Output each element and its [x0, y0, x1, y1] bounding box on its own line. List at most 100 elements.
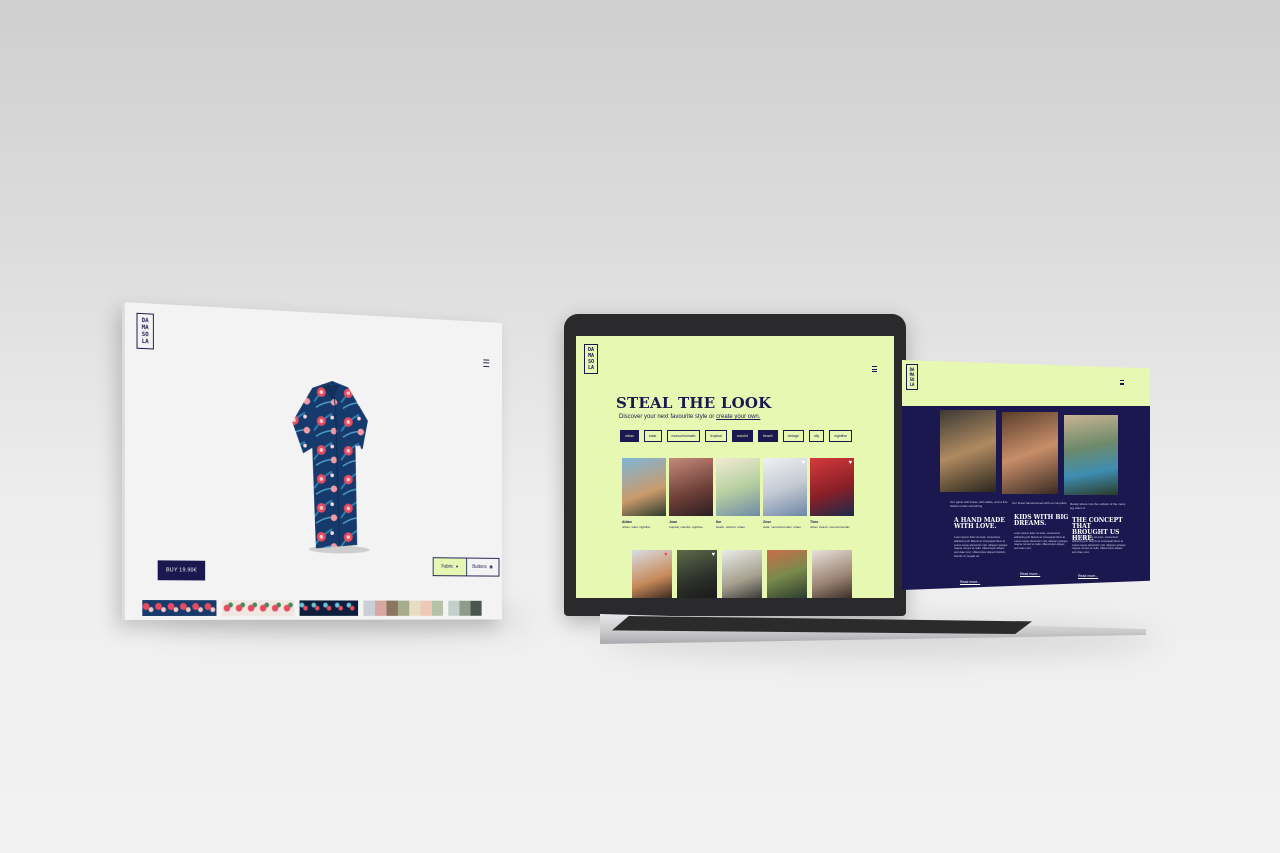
fabric-swatch[interactable]: [222, 600, 235, 616]
heart-icon[interactable]: ♥: [848, 460, 852, 466]
tag-city[interactable]: city: [808, 430, 825, 442]
look-card[interactable]: ♥ Timo urban, beach, monochromatic: [810, 458, 854, 529]
menu-icon[interactable]: [872, 366, 877, 372]
read-more-link[interactable]: Read more...: [1020, 572, 1040, 576]
fabric-swatch[interactable]: [142, 600, 155, 616]
tag-colorful[interactable]: colorful: [731, 430, 754, 442]
fabric-swatch[interactable]: [270, 600, 283, 616]
fabric-swatch[interactable]: [234, 600, 247, 616]
logo-text: DA: [141, 316, 149, 324]
brand-logo[interactable]: DA MA SO LA: [584, 344, 598, 374]
fabric-swatch[interactable]: [374, 600, 387, 616]
fabric-swatch[interactable]: [431, 600, 444, 616]
look-photo[interactable]: [812, 550, 852, 598]
tag-solar[interactable]: solar: [643, 430, 662, 442]
tag-nightlive[interactable]: nightlive: [829, 430, 853, 442]
product-configurator-screen: DA MA SO LA BUY 19.90€ Fabric ♦ Buttons …: [122, 302, 502, 620]
look-grid: Aldan urban, solar, nightlive ♥ Juan tro…: [622, 458, 854, 529]
look-photo[interactable]: ♥: [632, 550, 672, 598]
swatch-group-floral-dark: [299, 600, 359, 616]
brand-logo[interactable]: DA MA SO LA: [136, 312, 154, 350]
photo-caption: Our finest hand-loomed with so complete: [1012, 501, 1067, 505]
logo-text: LA: [909, 381, 915, 387]
look-name: Zose: [763, 520, 772, 524]
fabric-swatch[interactable]: [299, 600, 312, 616]
fabric-swatch-strip: [142, 600, 502, 616]
tag-vintage[interactable]: vintage: [782, 430, 804, 442]
logo-text: MA: [909, 371, 915, 377]
fabric-swatch[interactable]: [334, 600, 347, 616]
page-subtitle: Discover your next favourite style or cr…: [619, 414, 760, 420]
read-more-link[interactable]: Read more...: [1078, 574, 1098, 578]
create-your-own-link[interactable]: create your own.: [716, 414, 760, 420]
look-photo: ♥: [669, 458, 713, 516]
diamond-icon: ♦: [455, 564, 459, 570]
fabric-swatch[interactable]: [167, 600, 180, 616]
fabric-swatch[interactable]: [282, 600, 295, 616]
brand-logo[interactable]: DA MA SO LA: [906, 364, 918, 390]
fabric-buttons-toggle[interactable]: Fabric ♦ Buttons ◉: [432, 557, 500, 577]
fabric-tab[interactable]: Fabric ♦: [433, 558, 467, 576]
look-photo: ♥: [810, 458, 854, 516]
section-body: Lorem ipsum dolor sit amet, consectetur …: [1014, 532, 1068, 551]
buttons-tab[interactable]: Buttons ◉: [467, 559, 499, 576]
look-name: Iko: [716, 520, 722, 524]
photo-caption: Rarely where into the outlook of the man…: [1070, 502, 1126, 510]
fabric-swatch[interactable]: [258, 600, 271, 616]
fabric-swatch[interactable]: [459, 600, 471, 616]
fabric-swatch[interactable]: [154, 600, 168, 616]
fabric-swatch[interactable]: [179, 600, 192, 616]
fabric-swatch[interactable]: [191, 600, 205, 616]
logo-text: SO: [141, 330, 149, 338]
look-photo[interactable]: ♥: [677, 550, 717, 598]
shirt-3d-preview[interactable]: [285, 379, 375, 555]
swatch-group-solid: [363, 600, 444, 616]
heart-icon[interactable]: ♥: [707, 460, 711, 466]
look-name: Juan: [669, 520, 678, 524]
fabric-swatch[interactable]: [346, 600, 359, 616]
swatch-group-solid-2: [448, 600, 482, 616]
look-tags: solar, monochromatic, urban: [763, 525, 801, 529]
fabric-swatch[interactable]: [311, 600, 324, 616]
tag-tropical[interactable]: tropical: [705, 430, 727, 442]
heart-icon[interactable]: ♥: [711, 552, 715, 558]
look-photo[interactable]: [722, 550, 762, 598]
button-icon: ◉: [489, 564, 494, 571]
look-photo[interactable]: [767, 550, 807, 598]
look-card[interactable]: Iko beach, colorful, urban: [716, 458, 760, 529]
fabric-swatch[interactable]: [204, 600, 217, 616]
tag-beach[interactable]: beach: [758, 430, 778, 442]
logo-text: LA: [587, 364, 595, 371]
look-card[interactable]: ♥ Zose solar, monochromatic, urban: [763, 458, 807, 529]
fabric-swatch[interactable]: [363, 600, 375, 616]
look-card[interactable]: ♥ Juan tropical, colorful, nightlive: [669, 458, 713, 529]
buy-button[interactable]: BUY 19.90€: [157, 560, 206, 581]
read-more-link[interactable]: Read more...: [960, 580, 980, 584]
logo-text: LA: [141, 337, 149, 345]
heart-icon[interactable]: ♥: [664, 552, 668, 558]
fabric-swatch[interactable]: [420, 600, 432, 616]
section-body: Lorem ipsum dolor sit amet, consectetur …: [1072, 536, 1126, 555]
fabric-swatch[interactable]: [323, 600, 335, 616]
about-header: DA MA SO LA: [902, 360, 1150, 406]
look-card[interactable]: Aldan urban, solar, nightlive: [622, 458, 666, 529]
team-photo: [1002, 412, 1058, 494]
look-grid-row-2: ♥ ♥: [632, 550, 852, 598]
fabric-swatch[interactable]: [409, 600, 421, 616]
tag-monochromatic[interactable]: monochromatic: [666, 430, 701, 442]
logo-text: DA: [587, 346, 595, 353]
fabric-swatch[interactable]: [470, 600, 482, 616]
style-filter-tags: urban solar monochromatic tropical color…: [620, 430, 853, 442]
fabric-swatch[interactable]: [448, 600, 460, 616]
page-title: STEAL THE LOOK: [616, 394, 772, 412]
tag-urban[interactable]: urban: [620, 430, 639, 442]
fabric-swatch[interactable]: [397, 600, 410, 616]
look-photo: [622, 458, 666, 516]
menu-icon[interactable]: [483, 359, 490, 368]
fabric-swatch[interactable]: [246, 600, 259, 616]
menu-icon[interactable]: [1120, 380, 1124, 385]
photo-caption: Our pants with boots, still visible, and…: [950, 500, 1008, 508]
heart-icon[interactable]: ♥: [801, 460, 805, 466]
fabric-swatch[interactable]: [386, 600, 398, 616]
look-photo: [716, 458, 760, 516]
